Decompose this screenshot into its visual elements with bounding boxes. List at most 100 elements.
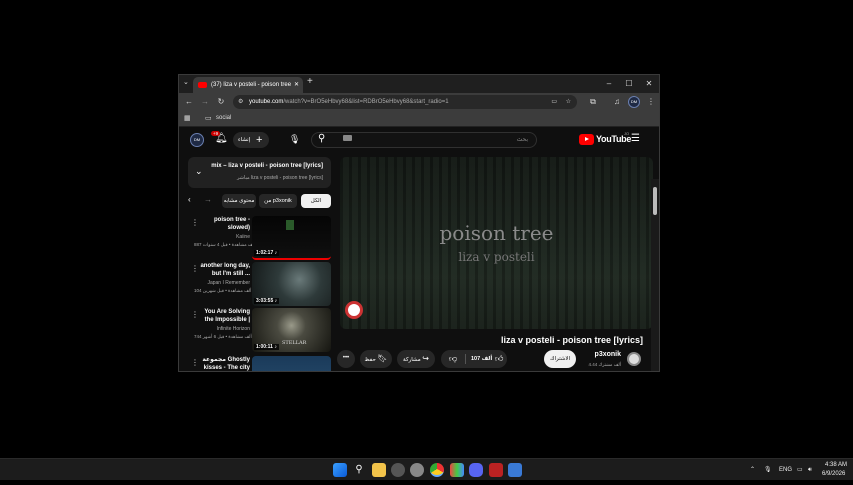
subscribe-button[interactable]: الاشتراك — [544, 350, 576, 368]
more-vert-icon[interactable]: ⋮ — [191, 310, 199, 319]
minimize-button[interactable]: – — [599, 77, 619, 91]
account-avatar[interactable]: DM — [190, 133, 204, 147]
microphone-tray-icon[interactable]: 🎙︎ — [764, 459, 772, 481]
keyboard-icon[interactable] — [343, 135, 352, 141]
rec-channel: Infinite Horizon — [216, 326, 250, 332]
create-button[interactable]: + إنشاء — [233, 132, 269, 148]
rec-duration: 1:02:17 ♪ — [254, 250, 280, 256]
browser-toolbar: ← → ↻ ⚙ youtube.com/watch?v=BrO5eHbvy68&… — [179, 93, 659, 111]
reload-icon[interactable]: ↻ — [215, 96, 227, 108]
dislike-icon[interactable]: 👎︎ — [449, 350, 457, 368]
volume-icon[interactable]: 🔊︎ — [808, 459, 812, 481]
microphone-icon[interactable]: 🎙︎ — [289, 134, 300, 145]
tray-expand-icon[interactable]: ⌃ — [750, 459, 755, 481]
more-actions-button[interactable]: ••• — [337, 350, 355, 368]
playlist-panel[interactable]: ⌄ mix – liza v posteli - poison tree [ly… — [188, 157, 331, 188]
like-count[interactable]: 107 ألف — [471, 350, 492, 368]
bookmark-star-icon[interactable]: ☆ — [566, 95, 571, 109]
youtube-header: DM 🔔︎ +9 + إنشاء 🎙︎ بحث ⚲ YouTube JO ☰ — [179, 127, 659, 153]
display-tray-icon[interactable]: ▭ — [797, 459, 803, 481]
hamburger-menu-icon[interactable]: ☰ — [631, 133, 640, 144]
playlist-subtitle: مباشر liza v posteli - poison tree [lyri… — [236, 175, 323, 181]
rec-thumbnail[interactable] — [252, 356, 331, 371]
chip-related[interactable]: محتوى مشابه — [222, 194, 256, 208]
tab-search-icon[interactable]: ⌄ — [183, 78, 189, 86]
site-info-icon[interactable]: ⚙ — [238, 95, 243, 109]
youtube-country-code: JO — [624, 131, 630, 136]
chips-prev-icon[interactable]: ‹ — [188, 195, 191, 204]
channel-name[interactable]: p3xonik — [585, 351, 621, 358]
rec-channel: Kaiine — [236, 234, 250, 240]
cast-icon[interactable]: ▭ — [551, 95, 557, 109]
channel-avatar[interactable] — [627, 352, 641, 366]
app-icon-2[interactable] — [410, 463, 424, 477]
app-icon-5[interactable] — [508, 463, 522, 477]
tab-close-icon[interactable]: ✕ — [294, 77, 299, 93]
rec-title: مجموعة Ghostly kisses - The city — [202, 357, 250, 371]
close-window-button[interactable]: ✕ — [639, 77, 659, 91]
search-icon[interactable]: ⚲ — [318, 133, 325, 144]
back-icon[interactable]: ← — [183, 96, 195, 108]
scrollbar-thumb[interactable] — [653, 187, 657, 215]
list-item[interactable]: ⋮ مجموعة Ghostly kisses - The city — [188, 356, 331, 371]
profile-avatar[interactable]: DM — [628, 96, 640, 108]
app-icon-3[interactable] — [450, 463, 464, 477]
list-item[interactable]: ⋮ poison tree - slowed) grouper... Kaiin… — [188, 216, 331, 262]
bookmark-social[interactable]: social — [216, 115, 231, 121]
app-icon-1[interactable] — [391, 463, 405, 477]
tab-youtube[interactable]: (37) liza v posteli - poison tree ✕ — [193, 77, 303, 93]
chips-next-icon[interactable]: → — [204, 195, 212, 204]
url-host: youtube.com — [249, 99, 284, 105]
page-scrollbar[interactable] — [651, 179, 659, 371]
save-button[interactable]: حفظ 🔖︎ — [360, 350, 392, 368]
language-indicator[interactable]: ENG — [779, 459, 792, 481]
overlay-channel-icon[interactable] — [345, 301, 363, 319]
rec-title: poison tree - slowed) grouper... — [213, 217, 250, 231]
browser-menu-icon[interactable]: ⋮ — [645, 96, 657, 108]
clock-date[interactable]: 6/9/2026 — [822, 463, 845, 485]
address-bar[interactable]: ⚙ youtube.com/watch?v=BrO5eHbvy68&list=R… — [233, 95, 577, 109]
youtube-favicon-icon — [198, 82, 207, 88]
like-icon[interactable]: 👍︎ — [495, 350, 503, 368]
new-tab-button[interactable]: + — [307, 76, 313, 87]
taskbar: ⚲ ⌃ 🎙︎ ENG ▭ 🔊︎ 4:38 AM 6/9/2026 — [0, 458, 853, 480]
share-button[interactable]: مشاركة ↪ — [397, 350, 435, 368]
media-icon[interactable]: ♫ — [611, 96, 623, 108]
rec-thumbnail[interactable]: STELLAR 1:00:11 ♪ — [252, 308, 331, 352]
rec-channel: Japan I Remember — [207, 280, 250, 286]
list-item[interactable]: ⋮ another long day, but I'm still ... Ja… — [188, 262, 331, 308]
share-label: مشاركة — [403, 357, 421, 363]
chevron-down-icon[interactable]: ⌄ — [195, 166, 203, 177]
more-vert-icon[interactable]: ⋮ — [191, 218, 199, 227]
youtube-play-triangle — [585, 137, 589, 141]
discord-icon[interactable] — [469, 463, 483, 477]
chip-from-channel[interactable]: من p3xonik — [259, 194, 297, 208]
rec-title: You Are Solving the Impossible | ... — [204, 309, 250, 323]
extensions-icon[interactable]: ⧉ — [587, 96, 599, 108]
start-icon[interactable] — [333, 463, 347, 477]
maximize-button[interactable]: ☐ — [619, 77, 639, 91]
thumb-art — [286, 220, 294, 230]
list-item[interactable]: ⋮ You Are Solving the Impossible | ... I… — [188, 308, 331, 354]
notification-count: +9 — [211, 131, 221, 136]
file-explorer-icon[interactable] — [372, 463, 386, 477]
search-taskbar-icon[interactable]: ⚲ — [352, 463, 366, 477]
url-path: /watch?v=BrO5eHbvy68&list=RDBrO5eHbvy68&… — [283, 99, 449, 105]
more-vert-icon[interactable]: ⋮ — [191, 358, 199, 367]
rec-thumbnail[interactable]: 1:02:17 ♪ — [252, 216, 331, 260]
chrome-icon[interactable] — [430, 463, 444, 477]
rec-thumbnail[interactable]: 3:03:55 ♪ — [252, 262, 331, 306]
plus-icon: + — [256, 134, 263, 146]
more-vert-icon[interactable]: ⋮ — [191, 264, 199, 273]
forward-icon[interactable]: → — [199, 96, 211, 108]
youtube-page: DM 🔔︎ +9 + إنشاء 🎙︎ بحث ⚲ YouTube JO ☰ ⌄… — [179, 127, 659, 371]
video-player[interactable]: poison tree liza v posteli — [340, 157, 653, 329]
chip-all[interactable]: الكل — [301, 194, 331, 208]
apps-icon[interactable]: ▦ — [184, 114, 191, 122]
app-icon-4[interactable] — [489, 463, 503, 477]
tab-title: (37) liza v posteli - poison tree — [211, 82, 292, 88]
rec-duration: 3:03:55 ♪ — [254, 298, 280, 304]
rec-duration: 1:00:11 ♪ — [254, 344, 279, 350]
tab-strip: ⌄ (37) liza v posteli - poison tree ✕ + … — [179, 75, 659, 93]
share-icon: ↪ — [422, 354, 429, 363]
